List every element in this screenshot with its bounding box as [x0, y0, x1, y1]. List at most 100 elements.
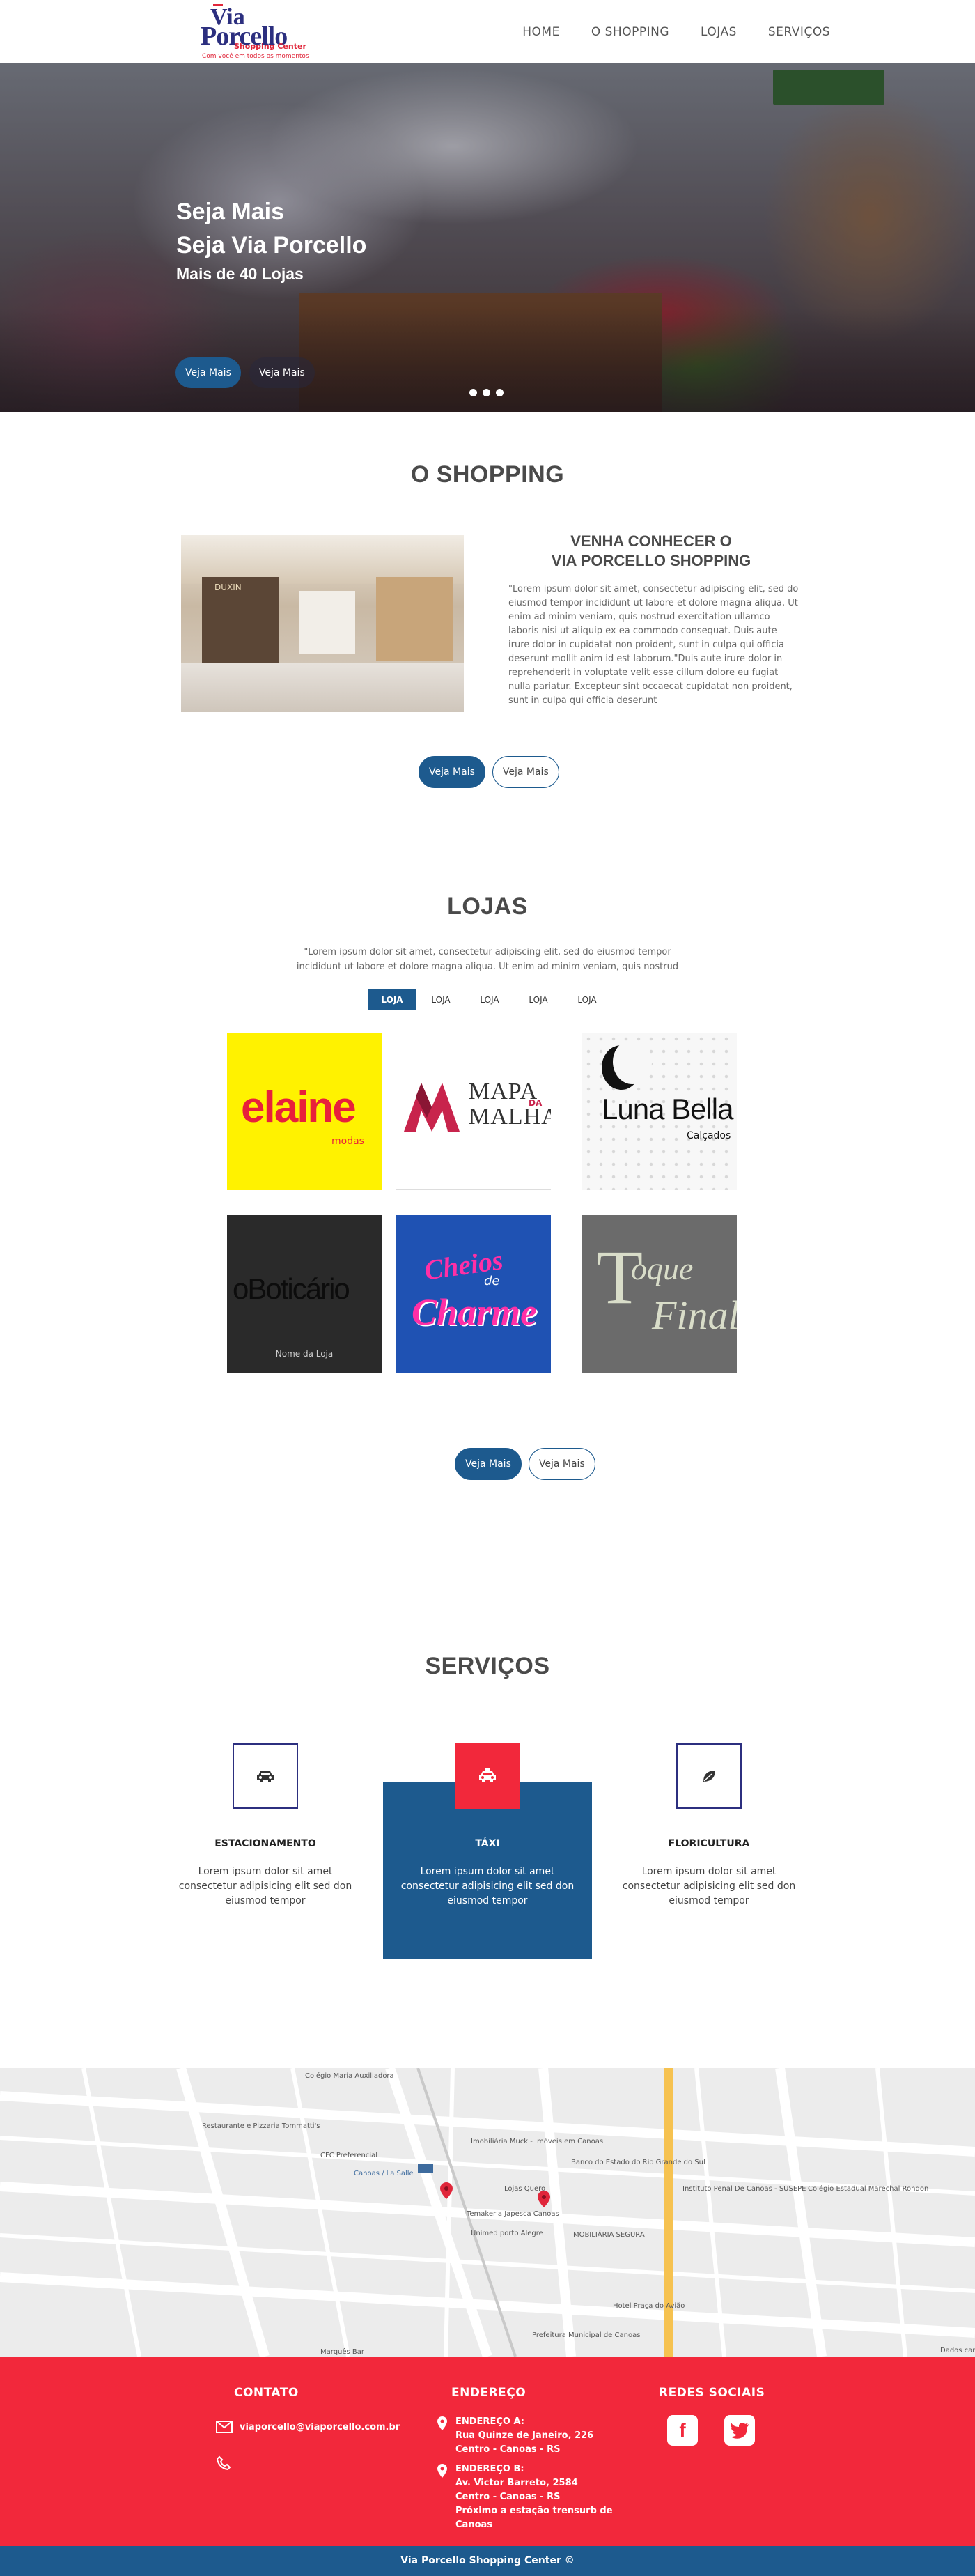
- service-taxi-title: TÁXI: [475, 1838, 500, 1849]
- address-a-line1: Rua Quinze de Janeiro, 226: [455, 2430, 594, 2441]
- moon-cutout: [613, 1040, 652, 1084]
- twitter-icon[interactable]: [724, 2415, 755, 2446]
- map-label-p: Dados carto: [940, 2347, 975, 2354]
- main-nav: HOME O SHOPPING LOJAS SERVIÇOS: [522, 25, 830, 39]
- facebook-icon[interactable]: f: [667, 2415, 698, 2446]
- map-label-l: Colégio Estadual Marechal Rondon: [808, 2185, 929, 2193]
- shopping-image-floor: [181, 663, 464, 712]
- logo[interactable]: Via Porcello Shopping Center Com você em…: [201, 4, 319, 63]
- map-label-c: CFC Preferencial: [320, 2152, 378, 2159]
- lojas-tab-4[interactable]: LOJA: [514, 989, 563, 1010]
- map-pin-icon[interactable]: [538, 2191, 550, 2207]
- hero-line1: Seja Mais: [176, 199, 284, 225]
- car-icon-glyph: [257, 1771, 274, 1782]
- map-label-a: Colégio Maria Auxiliadora: [305, 2072, 394, 2080]
- twitter-bird-icon: [731, 2422, 749, 2439]
- footer-email[interactable]: viaporcello@viaporcello.com.br: [240, 2421, 400, 2435]
- service-estacionamento-desc: Lorem ipsum dolor sit amet consectetur a…: [178, 1866, 352, 1906]
- store-card-mapa-da-malha[interactable]: MAPA DA MALHA: [396, 1033, 551, 1190]
- copyright-bar: Via Porcello Shopping Center ©: [0, 2546, 975, 2576]
- carousel-dot-1[interactable]: [469, 389, 477, 396]
- store-elaine-name: elaine: [241, 1083, 357, 1132]
- store-elaine-sub: modas: [332, 1136, 364, 1147]
- hero-overlay: [0, 63, 975, 412]
- section-title-lojas: LOJAS: [447, 893, 528, 920]
- hero-secondary-button[interactable]: Veja Mais: [249, 357, 315, 388]
- shopping-image-store-left: DUXIN: [202, 577, 279, 668]
- logo-tagline: Com você em todos os momentos: [202, 53, 309, 60]
- service-floricultura[interactable]: FLORICULTURA Lorem ipsum dolor sit amet …: [604, 1743, 814, 1908]
- carousel-dots: [469, 389, 504, 396]
- logo-line3: Shopping Center: [234, 42, 306, 51]
- lojas-tab-1[interactable]: LOJA: [368, 989, 416, 1010]
- carousel-dot-3[interactable]: [496, 389, 504, 396]
- hero-text: Seja Mais Seja Via Porcello Mais de 40 L…: [176, 195, 366, 284]
- location-pin-icon: [437, 2464, 447, 2478]
- nav-o-shopping[interactable]: O SHOPPING: [591, 25, 669, 39]
- footer-contato-title: CONTATO: [234, 2386, 299, 2400]
- carousel-dot-2[interactable]: [483, 389, 490, 396]
- store-luna-name: Luna Bella: [602, 1093, 733, 1125]
- address-b-line1: Av. Victor Barreto, 2584: [455, 2478, 578, 2488]
- nav-home[interactable]: HOME: [522, 25, 560, 39]
- shopping-heading: VENHA CONHECER O VIA PORCELLO SHOPPING: [529, 532, 773, 571]
- shopping-image-store-right: [376, 577, 453, 661]
- address-a-line2: Centro - Canoas - RS: [455, 2444, 561, 2455]
- lojas-paragraph: "Lorem ipsum dolor sit amet, consectetur…: [0, 945, 975, 974]
- store-boticario-name: oBoticário: [233, 1272, 350, 1305]
- service-taxi-desc: Lorem ipsum dolor sit amet consectetur a…: [400, 1866, 575, 1906]
- store-card-boticario[interactable]: oBoticário Nome da Loja: [227, 1215, 382, 1373]
- hero-buttons: Veja Mais Veja Mais: [176, 357, 315, 388]
- lojas-primary-button[interactable]: Veja Mais: [455, 1448, 522, 1480]
- map-label-e: Imobiliária Muck - Imóveis em Canoas: [471, 2138, 604, 2145]
- shopping-primary-button[interactable]: Veja Mais: [419, 756, 485, 788]
- map-label-m: Hotel Praça do Avião: [613, 2302, 685, 2310]
- hero-carousel: Seja Mais Seja Via Porcello Mais de 40 L…: [0, 63, 975, 412]
- taxi-icon: [455, 1743, 520, 1809]
- store-luna-sub: Calçados: [687, 1130, 731, 1141]
- store-mapa-word2: MALHA: [469, 1104, 551, 1129]
- address-b-line2: Centro - Canoas - RS: [455, 2492, 561, 2502]
- store-card-elaine[interactable]: elaine modas: [227, 1033, 382, 1190]
- lojas-tab-2[interactable]: LOJA: [416, 989, 465, 1010]
- section-title-servicos: SERVIÇOS: [425, 1653, 550, 1679]
- mapa-da-malha-logo-icon: [404, 1083, 460, 1132]
- hero-primary-button[interactable]: Veja Mais: [176, 357, 241, 388]
- nav-servicos[interactable]: SERVIÇOS: [768, 25, 830, 39]
- service-estacionamento[interactable]: ESTACIONAMENTO Lorem ipsum dolor sit ame…: [160, 1743, 370, 1908]
- location-pin-icon: [437, 2416, 447, 2430]
- map-pin-icon[interactable]: [440, 2182, 453, 2199]
- site-footer: CONTATO viaporcello@viaporcello.com.br E…: [0, 2357, 975, 2546]
- service-taxi[interactable]: TÁXI Lorem ipsum dolor sit amet consecte…: [382, 1743, 593, 1908]
- store-card-luna-bella[interactable]: Luna Bella Calçados: [582, 1033, 737, 1190]
- lojas-paragraph-line1: "Lorem ipsum dolor sit amet, consectetur…: [304, 947, 671, 957]
- lojas-tabs: LOJA LOJA LOJA LOJA LOJA: [368, 989, 611, 1010]
- store-card-toque-final[interactable]: T oque Final: [582, 1215, 737, 1373]
- map-label-i: Unimed porto Alegre: [471, 2230, 543, 2237]
- map-label-k: Instituto Penal De Canoas - SUSEPE: [682, 2185, 806, 2193]
- footer-redes-title: REDES SOCIAIS: [659, 2386, 765, 2400]
- shopping-paragraph: "Lorem ipsum dolor sit amet, consectetur…: [508, 584, 799, 706]
- section-title-shopping: O SHOPPING: [410, 461, 565, 488]
- shopping-heading-line1: VENHA CONHECER O: [570, 532, 732, 550]
- location-map[interactable]: Colégio Maria Auxiliadora Restaurante e …: [0, 2068, 975, 2357]
- service-floricultura-title: FLORICULTURA: [668, 1838, 750, 1849]
- store-toque-word2: Final: [652, 1293, 737, 1338]
- store-boticario-caption: Nome da Loja: [275, 1349, 334, 1359]
- store-toque-word1: oque: [631, 1251, 694, 1286]
- shopping-image-corridor: [299, 591, 355, 654]
- nav-lojas[interactable]: LOJAS: [701, 25, 737, 39]
- lojas-paragraph-line2: incididunt ut labore et dolore magna ali…: [296, 962, 679, 972]
- lojas-tab-5[interactable]: LOJA: [563, 989, 611, 1010]
- map-label-f: Banco do Estado do Rio Grande do Sul: [571, 2159, 705, 2166]
- taxi-icon-glyph: [479, 1768, 496, 1782]
- shopping-outline-button[interactable]: Veja Mais: [492, 756, 559, 788]
- shopping-buttons: Veja Mais Veja Mais: [419, 756, 559, 788]
- lojas-tab-3[interactable]: LOJA: [465, 989, 514, 1010]
- leaf-icon-glyph: [703, 1771, 715, 1782]
- map-label-h: Temakeria Japesca Canoas: [467, 2210, 559, 2218]
- footer-endereco-title: ENDEREÇO: [451, 2386, 526, 2400]
- lojas-outline-button[interactable]: Veja Mais: [528, 1448, 595, 1480]
- shopping-image: DUXIN: [181, 535, 464, 712]
- store-card-cheios-de-charme[interactable]: Cheios de Charme: [396, 1215, 551, 1373]
